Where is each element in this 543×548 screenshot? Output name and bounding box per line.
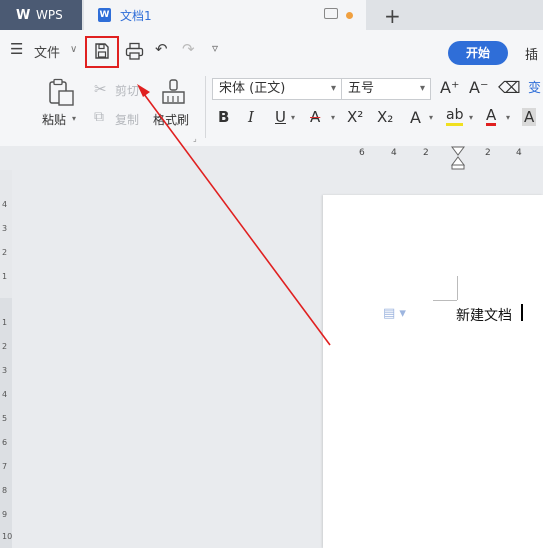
font-name-select[interactable]: 宋体 (正文) ▾ [212,78,342,100]
underline-dropdown-icon[interactable]: ▾ [291,113,295,122]
vruler-tick: 9 [2,510,8,519]
text-effect-dropdown-icon[interactable]: ▾ [429,113,433,122]
shrink-font-button[interactable]: A⁻ [469,78,488,97]
font-name-chevron-icon: ▾ [330,83,336,94]
vruler-tick: 7 [2,462,8,471]
subscript-button[interactable]: X₂ [377,108,393,126]
vruler-tick: 3 [2,224,8,233]
file-menu-chevron-icon[interactable]: ∨ [70,44,77,55]
vruler-tick: 2 [2,342,8,351]
char-shading-button[interactable]: A [522,108,537,126]
highlight-button[interactable]: ab [446,108,464,126]
vruler-tick: 10 [2,532,13,541]
vruler-tick: 8 [2,486,8,495]
indent-marker-icon[interactable] [451,146,465,170]
scissors-icon[interactable]: ✂ [94,80,107,98]
unsaved-dot-icon [346,12,353,19]
ruler-tick: 4 [391,148,397,158]
text-caret [521,304,523,321]
text-effect-button[interactable]: A [410,108,421,127]
vruler-tick: 6 [2,438,8,447]
ribbon-tab-insert[interactable]: 插 [525,44,538,63]
ruler-tick: 4 [516,148,522,158]
new-tab-button[interactable]: + [384,4,401,28]
vruler-tick: 1 [2,272,8,281]
underline-button[interactable]: U [275,108,286,126]
monitor-icon[interactable] [324,8,338,19]
ruler-tick: 2 [423,148,429,158]
margin-corner-mark [433,300,457,301]
vruler-tick: 4 [2,390,8,399]
ribbon-tab-start[interactable]: 开始 [448,41,508,65]
strikethrough-button[interactable]: A [310,108,320,126]
file-menu[interactable]: 文件 [34,42,60,61]
document-tab-label: 文档1 [120,9,152,23]
superscript-button[interactable]: X² [347,108,363,126]
font-color-button[interactable]: A [486,108,497,126]
vruler-tick: 4 [2,200,8,209]
font-size-select[interactable]: 五号 ▾ [341,78,431,100]
document-tab[interactable]: W 文档1 [84,0,366,30]
clipboard-launcher-icon[interactable]: ⌟ [193,134,197,143]
format-painter-label[interactable]: 格式刷 [153,111,189,128]
font-name-value: 宋体 (正文) [219,81,286,96]
document-page[interactable] [323,195,543,548]
paste-dropdown-icon[interactable]: ▾ [72,114,76,123]
phonetic-guide-button[interactable]: 变 [528,77,541,96]
save-highlight-box [85,36,119,68]
customize-toolbar-icon[interactable]: ▿ [212,41,218,55]
clear-format-eraser-icon[interactable]: ⌫ [498,78,521,97]
copy-button[interactable]: 复制 [115,111,139,128]
grow-font-button[interactable]: A⁺ [440,78,459,97]
italic-button[interactable]: I [248,108,254,126]
paste-icon[interactable] [46,78,76,108]
document-body-text[interactable]: 新建文档 [456,305,512,325]
font-size-value: 五号 [348,81,375,96]
font-size-chevron-icon: ▾ [419,83,425,94]
vruler-tick: 3 [2,366,8,375]
cut-button[interactable]: 剪切 [115,82,139,99]
strikethrough-dropdown-icon[interactable]: ▾ [331,113,335,122]
writer-doc-icon: W [98,8,111,22]
ribbon-divider [205,76,206,138]
redo-icon[interactable]: ↷ [182,40,195,58]
hamburger-menu-icon[interactable]: ☰ [10,40,23,58]
wps-tab-label: WPS [36,8,63,22]
ruler-tick: 2 [485,148,491,158]
font-color-dropdown-icon[interactable]: ▾ [506,113,510,122]
vruler-tick: 5 [2,414,8,423]
print-icon[interactable] [125,42,144,60]
paragraph-layout-icon[interactable]: ▤ ▾ [383,306,406,321]
format-painter-icon[interactable] [160,78,188,106]
copy-icon[interactable]: ⧉ [94,109,104,125]
paste-label[interactable]: 粘贴 [42,111,66,128]
margin-corner-mark [457,276,458,300]
vruler-tick: 1 [2,318,8,327]
undo-icon[interactable]: ↶ [155,40,168,58]
vruler-tick: 2 [2,248,8,257]
highlight-dropdown-icon[interactable]: ▾ [469,113,473,122]
bold-button[interactable]: B [218,108,229,126]
wps-logo-icon: W [16,8,31,23]
wps-home-tab[interactable]: W WPS [0,0,82,30]
ruler-tick: 6 [359,148,365,158]
